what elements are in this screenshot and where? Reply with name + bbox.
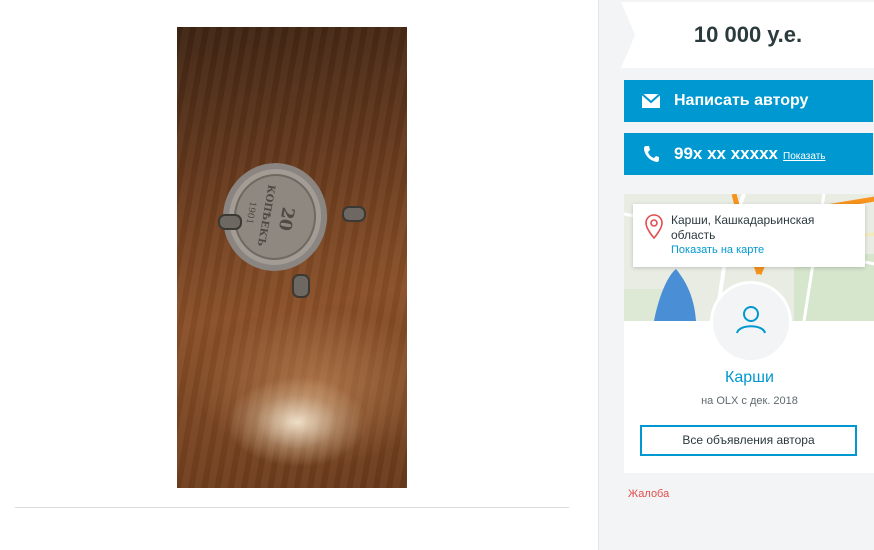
divider (15, 507, 569, 508)
photo-gallery: 20 КОПѢЕКЪ 1901 (0, 0, 598, 550)
envelope-icon (641, 91, 661, 111)
message-author-button[interactable]: Написать автору (624, 80, 873, 122)
sidebar: 10 000 у.е. Написать автору 99x xx xxxxx… (598, 0, 874, 550)
avatar[interactable] (710, 281, 792, 363)
phone-number: 99x xx xxxxx (674, 144, 778, 163)
listing-page: 20 КОПѢЕКЪ 1901 10 000 у.е. Написать авт… (0, 0, 874, 550)
show-on-map-link[interactable]: Показать на карте (671, 244, 764, 256)
location-card: Карши, Кашкадарьинская область Показать … (633, 204, 865, 267)
all-ads-button[interactable]: Все объявления автора (640, 425, 857, 456)
user-since: на OLX с дек. 2018 (701, 395, 798, 407)
phone-icon (641, 144, 661, 164)
map-pin-icon (645, 214, 663, 240)
location-address: Карши, Кашкадарьинская область (671, 213, 815, 242)
user-name[interactable]: Карши (624, 369, 874, 387)
show-phone-button[interactable]: 99x xx xxxxx Показать (624, 133, 873, 175)
message-author-label: Написать автору (674, 92, 809, 109)
complaint-link[interactable]: Жалоба (628, 488, 669, 500)
coin-image: 20 КОПѢЕКЪ 1901 (218, 163, 366, 298)
show-phone-link[interactable]: Показать (783, 151, 826, 162)
svg-text:20: 20 (274, 206, 298, 233)
listing-photo[interactable]: 20 КОПѢЕКЪ 1901 (177, 27, 407, 488)
price-box: 10 000 у.е. (621, 2, 874, 68)
user-card: Карши на OLX с дек. 2018 Все объявления … (624, 281, 874, 473)
price-label: 10 000 у.е. (693, 22, 803, 47)
user-icon (734, 303, 768, 342)
